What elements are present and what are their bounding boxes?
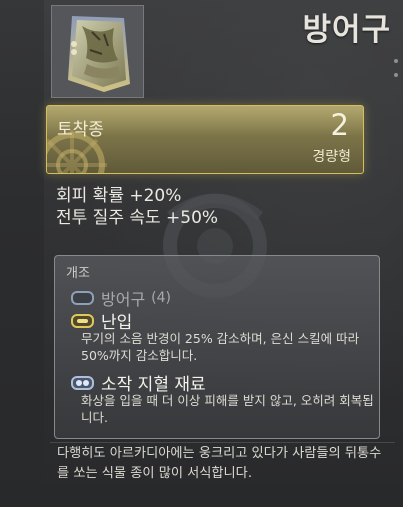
mod-slot-name: 방어구 (101, 290, 146, 309)
item-type-label: 토착종 (57, 120, 104, 140)
mods-panel: 개조 방어구 (4) 난입 무기의 소음 반경이 25% 감소하며, 은신 스킬… (54, 255, 380, 439)
stat-dodge-chance: 회피 확률 +20% (56, 186, 182, 206)
flavor-text: 다행히도 아르카디아에는 웅크리고 있다가 사람들의 뒤통수를 쏘는 식물 종이… (57, 446, 382, 481)
item-type-bar: 토착종 2 경량형 (46, 105, 364, 174)
mod-entry-description: 무기의 소음 반경이 25% 감소하며, 은신 스킬에 따라 50%까지 감소합… (81, 331, 360, 363)
mods-header: 개조 (66, 266, 90, 281)
mod-slot-armor[interactable]: 방어구 (4) (71, 286, 171, 310)
gold-mod-icon (71, 313, 94, 328)
mod-entry-description: 화상을 입을 때 더 이상 피해를 받지 않고, 오히려 회복됩니다. (81, 393, 374, 425)
item-weight-class: 경량형 (312, 149, 351, 165)
empty-slot-icon (71, 291, 94, 305)
menu-dots-icon (394, 59, 398, 77)
stat-sprint-speed: 전투 질주 속도 +50% (56, 208, 219, 228)
item-stats: 회피 확률 +20% 전투 질주 속도 +50% (56, 185, 218, 229)
armor-plant-icon (68, 16, 130, 92)
item-type-value: 2 (330, 108, 349, 142)
blue-mod-icon (71, 375, 94, 390)
mod-slot-count: (4) (151, 290, 172, 306)
item-title: 방어구 (302, 12, 391, 48)
divider (50, 442, 395, 443)
item-icon-slot (51, 5, 144, 98)
